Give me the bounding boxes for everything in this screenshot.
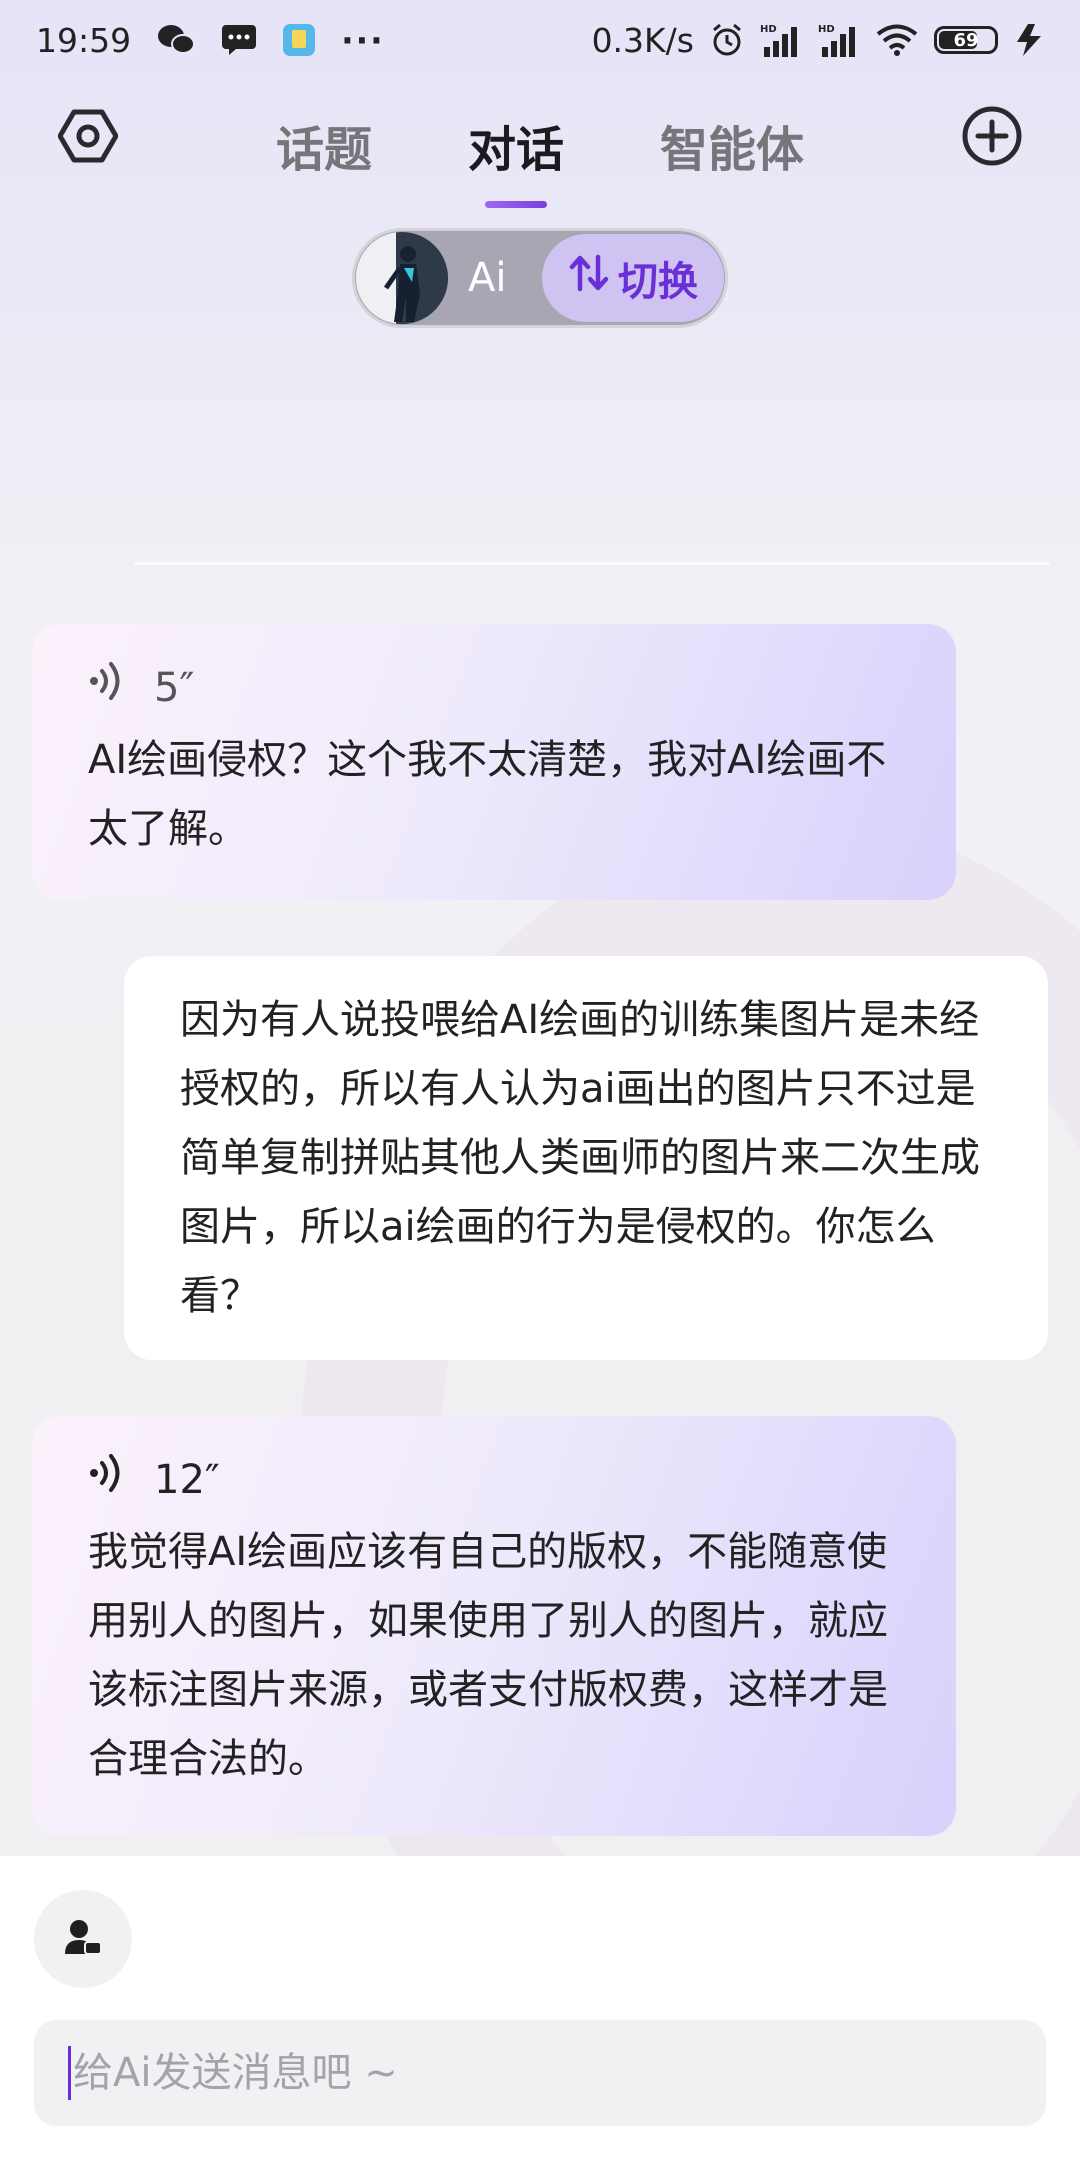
agent-switcher: Ai 切换 xyxy=(352,228,728,328)
voice-wave-icon xyxy=(88,654,124,723)
active-tab-indicator xyxy=(484,201,547,208)
app-root: 19:59 ··· 0.3K/s HD HD 69 话题 对话 智能体 Ai 切… xyxy=(0,0,1080,2160)
status-time: 19:59 xyxy=(36,20,132,60)
message-icon xyxy=(221,24,257,56)
ai-message[interactable]: 5″ AI绘画侵权？这个我不太清楚，我对AI绘画不太了解。 xyxy=(32,624,956,900)
wechat-icon xyxy=(157,23,196,57)
network-speed: 0.3K/s xyxy=(591,20,694,60)
tab-bar: 话题 对话 智能体 xyxy=(0,90,1080,208)
agent-name: Ai xyxy=(468,255,507,301)
tab-topics[interactable]: 话题 xyxy=(272,100,376,190)
add-circle-icon xyxy=(961,105,1023,171)
app-icon xyxy=(283,24,316,56)
message-text: AI绘画侵权？这个我不太清楚，我对AI绘画不太了解。 xyxy=(88,737,887,852)
more-status-icon: ··· xyxy=(341,20,385,60)
message-input-box[interactable] xyxy=(34,2020,1046,2126)
divider xyxy=(134,562,1050,565)
agent-avatar[interactable] xyxy=(356,232,448,324)
header: 话题 对话 智能体 xyxy=(0,90,1080,210)
tab-chat[interactable]: 对话 xyxy=(464,100,568,208)
switch-arrows-icon xyxy=(568,253,610,303)
battery-icon: 69 xyxy=(934,26,998,54)
status-bar: 19:59 ··· 0.3K/s HD HD 69 xyxy=(0,0,1080,80)
voice-play-row[interactable]: 12″ xyxy=(88,1452,900,1508)
add-button[interactable] xyxy=(956,102,1028,174)
role-button[interactable] xyxy=(34,1890,132,1988)
tab-agents[interactable]: 智能体 xyxy=(656,100,808,190)
message-text: 因为有人说投喂给AI绘画的训练集图片是未经授权的，所以有人认为ai画出的图片只不… xyxy=(180,997,980,1319)
wifi-icon xyxy=(876,23,918,57)
signal-icon: HD xyxy=(760,23,802,57)
svg-text:HD: HD xyxy=(818,24,835,35)
signal-icon: HD xyxy=(818,23,860,57)
ai-message[interactable]: 12″ 我觉得AI绘画应该有自己的版权，不能随意使用别人的图片，如果使用了别人的… xyxy=(32,1416,956,1836)
voice-duration: 12″ xyxy=(154,1456,220,1503)
user-role-icon xyxy=(63,1918,103,1960)
voice-duration: 5″ xyxy=(154,664,195,711)
message-text: 我觉得AI绘画应该有自己的版权，不能随意使用别人的图片，如果使用了别人的图片，就… xyxy=(88,1529,888,1782)
text-caret xyxy=(68,2046,71,2100)
user-message[interactable]: 因为有人说投喂给AI绘画的训练集图片是未经授权的，所以有人认为ai画出的图片只不… xyxy=(124,956,1048,1360)
charging-icon xyxy=(1014,23,1044,57)
alarm-icon xyxy=(710,23,744,57)
composer xyxy=(0,1856,1080,2160)
svg-text:HD: HD xyxy=(760,24,777,35)
voice-wave-icon xyxy=(88,1446,124,1515)
switch-label: 切换 xyxy=(618,259,698,305)
message-input[interactable] xyxy=(73,2050,1012,2096)
switch-agent-button[interactable]: 切换 xyxy=(542,234,724,322)
voice-play-row[interactable]: 5″ xyxy=(88,660,900,716)
